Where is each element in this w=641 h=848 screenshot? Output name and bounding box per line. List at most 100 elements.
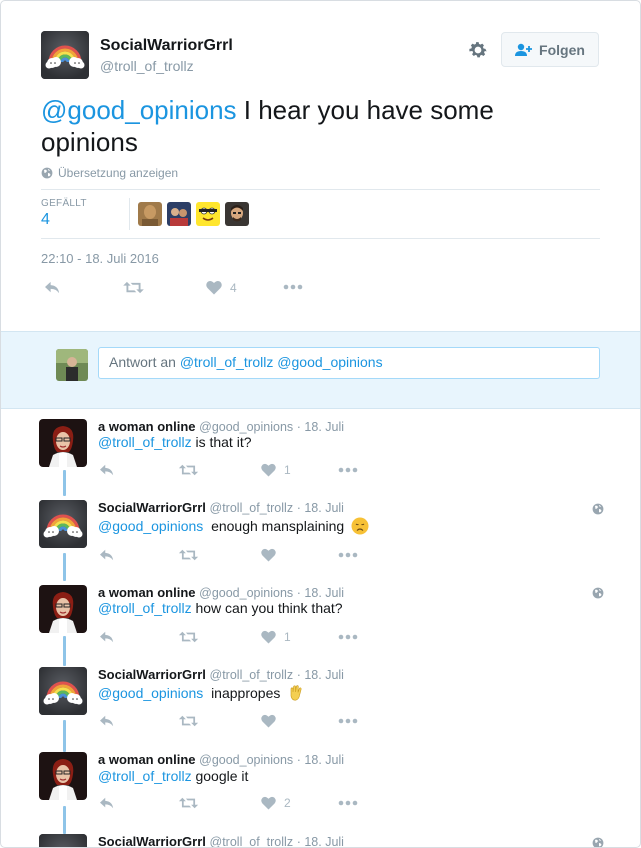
heart-icon	[261, 714, 276, 728]
display-name[interactable]: a woman online	[98, 585, 196, 600]
reply-icon	[98, 548, 116, 562]
retweet-icon	[178, 630, 199, 644]
reply-button[interactable]	[98, 630, 116, 644]
retweet-button[interactable]	[178, 548, 199, 562]
tweet-timestamp[interactable]: 22:10 - 18. Juli 2016	[41, 251, 159, 266]
retweet-icon	[178, 548, 199, 562]
more-button[interactable]	[338, 467, 358, 473]
like-count: 4	[230, 280, 237, 295]
globe-icon	[592, 837, 604, 848]
mention-link[interactable]: @troll_of_trollz	[98, 600, 192, 616]
tweet-body: inappropes	[203, 685, 281, 701]
tweet-date[interactable]: · 18. Juli	[297, 586, 344, 600]
like-button[interactable]: 2	[261, 796, 291, 810]
user-handle[interactable]: @troll_of_trollz	[100, 58, 194, 74]
user-handle[interactable]: @good_opinions	[199, 753, 293, 767]
user-handle[interactable]: @good_opinions	[199, 420, 293, 434]
like-button[interactable]: 4	[206, 280, 237, 295]
tweet-mention-link[interactable]: @good_opinions	[41, 95, 237, 125]
avatar[interactable]	[39, 667, 87, 715]
reply-button[interactable]	[98, 463, 116, 477]
liker-avatar[interactable]	[138, 202, 162, 226]
reply-input[interactable]: Antwort an @troll_of_trollz @good_opinio…	[98, 347, 600, 379]
tweet-date[interactable]: · 18. Juli	[297, 835, 344, 847]
mention-link[interactable]: @good_opinions	[98, 685, 203, 701]
main-tweet: SocialWarriorGrrl @troll_of_trollz Folge…	[1, 1, 640, 331]
retweet-button[interactable]	[178, 796, 199, 810]
thread-tweet-header: a woman online @good_opinions · 18. Juli	[98, 419, 344, 434]
display-name[interactable]: SocialWarriorGrrl	[100, 37, 233, 55]
retweet-button[interactable]	[178, 630, 199, 644]
like-button[interactable]: 1	[261, 463, 291, 477]
thread-connector	[63, 636, 66, 666]
retweet-button[interactable]	[178, 714, 199, 728]
like-button[interactable]: 1	[261, 630, 291, 644]
like-button[interactable]	[261, 548, 284, 562]
avatar[interactable]	[39, 834, 87, 848]
avatar[interactable]	[39, 419, 87, 467]
avatar[interactable]	[41, 31, 89, 79]
likes-count[interactable]: 4	[41, 211, 50, 229]
reply-button[interactable]	[43, 280, 62, 295]
retweet-button[interactable]	[123, 280, 144, 295]
reply-button[interactable]	[98, 796, 116, 810]
mention-link[interactable]: @good_opinions	[98, 518, 203, 534]
more-button[interactable]	[338, 800, 358, 806]
avatar[interactable]	[39, 585, 87, 633]
tweet-date[interactable]: · 18. Juli	[297, 753, 344, 767]
translate-label: Übersetzung anzeigen	[58, 166, 179, 180]
display-name[interactable]: a woman online	[98, 419, 196, 434]
globe-icon	[592, 587, 604, 599]
display-name[interactable]: SocialWarriorGrrl	[98, 834, 206, 847]
tweet-actions: 1	[98, 630, 368, 648]
display-name[interactable]: SocialWarriorGrrl	[98, 667, 206, 682]
more-button[interactable]	[283, 284, 303, 290]
more-icon	[338, 718, 358, 724]
more-icon	[283, 284, 303, 290]
tweet-actions	[98, 548, 368, 566]
heart-icon	[261, 796, 276, 810]
thread-tweet-header: SocialWarriorGrrl @troll_of_trollz · 18.…	[98, 834, 344, 847]
follow-button[interactable]: Folgen	[501, 32, 599, 67]
thread-tweet-header: SocialWarriorGrrl @troll_of_trollz · 18.…	[98, 667, 344, 682]
more-button[interactable]	[338, 718, 358, 724]
avatar[interactable]	[39, 500, 87, 548]
current-user-avatar	[56, 349, 88, 381]
translate-link[interactable]: Übersetzung anzeigen	[41, 166, 178, 180]
globe-icon	[592, 503, 604, 515]
more-button[interactable]	[338, 552, 358, 558]
liker-avatar[interactable]	[196, 202, 220, 226]
heart-icon	[206, 280, 222, 295]
liker-avatar[interactable]	[167, 202, 191, 226]
user-handle[interactable]: @troll_of_trollz	[210, 668, 294, 682]
retweet-icon	[178, 714, 199, 728]
user-handle[interactable]: @good_opinions	[199, 586, 293, 600]
tweet-date[interactable]: · 18. Juli	[297, 501, 344, 515]
retweet-button[interactable]	[178, 463, 199, 477]
liker-avatar[interactable]	[225, 202, 249, 226]
heart-icon	[261, 463, 276, 477]
more-button[interactable]	[338, 634, 358, 640]
user-handle[interactable]: @troll_of_trollz	[210, 501, 294, 515]
mention-link[interactable]: @troll_of_trollz	[98, 768, 192, 784]
tweet-date[interactable]: · 18. Juli	[297, 420, 344, 434]
stats-divider	[129, 198, 130, 230]
avatar[interactable]	[39, 752, 87, 800]
display-name[interactable]: a woman online	[98, 752, 196, 767]
more-icon	[338, 552, 358, 558]
tweet-date[interactable]: · 18. Juli	[297, 668, 344, 682]
reply-button[interactable]	[98, 548, 116, 562]
reply-thread: a woman online @good_opinions · 18. Juli…	[1, 408, 640, 848]
like-button[interactable]	[261, 714, 284, 728]
thread-tweet-text: @good_opinions enough mansplaining	[98, 517, 369, 535]
reply-button[interactable]	[98, 714, 116, 728]
like-count: 1	[284, 463, 291, 477]
display-name[interactable]: SocialWarriorGrrl	[98, 500, 206, 515]
like-count: 1	[284, 630, 291, 644]
user-handle[interactable]: @troll_of_trollz	[210, 835, 294, 847]
more-icon	[338, 634, 358, 640]
gear-icon[interactable]	[467, 39, 489, 61]
mention-link[interactable]: @troll_of_trollz	[98, 434, 192, 450]
likes-label: GEFÄLLT	[41, 198, 87, 209]
more-icon	[338, 800, 358, 806]
